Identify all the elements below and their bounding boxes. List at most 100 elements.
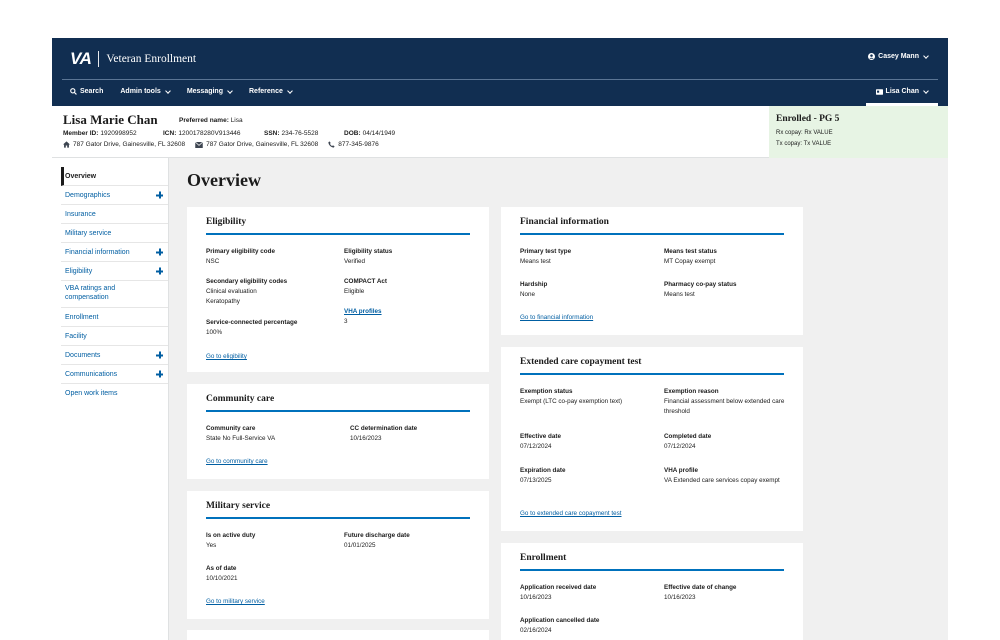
nav-admin-tools[interactable]: Admin tools [120,87,171,95]
card-title-rule [520,373,784,375]
sidebar-item-financial-information[interactable]: Financial information [61,243,168,262]
card-title-rule [206,233,470,235]
field-value: Verified [344,257,366,265]
field-label: Pharmacy co-pay status [664,281,737,288]
sidebar-item-label: Military service [65,229,112,237]
sidebar-item-label: Eligibility [65,267,93,275]
hardship: Hardship None [520,280,650,300]
field-label: Means test status [664,248,717,255]
go-to-eligibility-link[interactable]: Go to eligibility [206,353,247,360]
military-service-card: Military service Is on active duty Yes Fu… [187,491,489,619]
sidebar-item-facility[interactable]: Facility [61,327,168,346]
plus-icon[interactable] [156,248,163,256]
field-value: 02/16/2024 [520,626,552,634]
field-value: Means test [520,257,551,265]
field-label: VHA profile [664,467,699,474]
go-to-extended-care-link[interactable]: Go to extended care copayment test [520,510,622,517]
field-value: Financial assessment below extended care… [664,397,785,415]
field-value: 10/16/2023 [520,593,552,601]
sidebar-item-insurance[interactable]: Insurance [61,205,168,224]
field-label: Exemption status [520,388,573,395]
means-test-status: Means test status MT Copay exempt [664,247,794,267]
eligibility-status: Eligibility status Verified [344,247,474,267]
card-title: Financial information [520,217,609,227]
phone: 877-345-9876 [328,141,379,148]
application-cancelled-date: Application cancelled date 02/16/2024 [520,616,650,636]
plus-icon[interactable] [156,191,163,199]
dob: DOB: 04/14/1949 [344,130,395,137]
sidebar-item-communications[interactable]: Communications [61,365,168,384]
field-label: As of date [206,565,237,572]
chevron-down-icon [287,87,293,94]
sidebar-item-label: Enrollment [65,313,99,321]
field-label: Completed date [664,433,712,440]
chevron-down-icon [923,87,929,94]
field-label: Community care [206,425,256,432]
plus-icon[interactable] [156,370,163,378]
card-title: Extended care copayment test [520,357,642,367]
enrollment-status: Enrolled - PG 5 [776,114,840,124]
sidebar-item-label: VBA ratings and compensation [65,285,116,301]
go-to-community-care-link[interactable]: Go to community care [206,458,268,465]
side-nav: Overview Demographics Insurance Military… [52,158,169,640]
sidebar-item-label: Open work items [65,390,118,397]
field-label: Expiration date [520,467,566,474]
app-title: Veteran Enrollment [106,53,197,65]
next-card [187,630,489,640]
field-label: Eligibility status [344,248,393,255]
sidebar-item-demographics[interactable]: Demographics [61,186,168,205]
icn: ICN: 1200178280V913446 [163,130,264,137]
financial-information-card: Financial information Primary test type M… [501,207,803,335]
chevron-down-icon [923,52,929,59]
id-card-icon [875,88,883,95]
field-label: Application cancelled date [520,617,600,624]
as-of-date: As of date 10/10/2021 [206,564,336,584]
exemption-status: Exemption status Exempt (LTC co-pay exemp… [520,387,650,407]
go-to-financial-information-link[interactable]: Go to financial information [520,314,593,321]
preferred-name-label: Preferred name: [179,117,229,124]
active-duty-field: Is on active duty Yes [206,531,336,551]
sidebar-item-military-service[interactable]: Military service [61,224,168,243]
card-title-rule [520,569,784,571]
secondary-eligibility-codes: Secondary eligibility codes Clinical eval… [206,277,336,306]
plus-icon[interactable] [156,267,163,275]
ssn-label: SSN: [264,130,280,137]
sidebar-item-eligibility[interactable]: Eligibility [61,262,168,281]
icn-value: 1200178280V913446 [178,130,241,137]
main-nav: Search Admin tools Messaging Reference [70,87,293,95]
sidebar-item-open-work-items[interactable]: Open work items [61,384,168,403]
person-name: Lisa Marie Chan [63,112,158,127]
member-id-label: Member ID: [63,130,99,137]
ssn: SSN: 234-76-5528 [264,130,344,137]
member-id: Member ID: 1920998952 [63,130,163,137]
field-label: Effective date [520,433,561,440]
person-tab[interactable]: Lisa Chan [875,87,929,95]
home-icon [63,141,70,148]
nav-label: Reference [249,88,283,95]
sidebar-item-vba-ratings[interactable]: VBA ratings and compensation [61,281,168,308]
card-title: Eligibility [206,217,247,227]
user-icon [868,53,876,60]
field-label: COMPACT Act [344,278,388,285]
field-value: Means test [664,290,695,298]
mail-address-value: 787 Gator Drive, Gainesville, FL 32608 [206,141,319,148]
mail-address: 787 Gator Drive, Gainesville, FL 32608 [195,141,318,148]
nav-messaging[interactable]: Messaging [187,87,233,95]
nav-reference[interactable]: Reference [249,87,293,95]
application-received-date: Application received date 10/16/2023 [520,583,650,603]
go-to-military-service-link[interactable]: Go to military service [206,598,265,605]
sidebar-item-overview[interactable]: Overview [61,167,168,186]
field-label: Service-connected percentage [206,319,298,326]
sidebar-item-label: Communications [65,370,118,378]
field-value: 07/12/2024 [664,442,696,450]
sidebar-item-documents[interactable]: Documents [61,346,168,365]
field-value: 01/01/2025 [344,541,376,549]
nav-search[interactable]: Search [70,88,103,95]
field-label: Exemption reason [664,388,719,395]
sidebar-item-enrollment[interactable]: Enrollment [61,308,168,327]
vha-profiles-link[interactable]: VHA profiles [344,307,474,317]
brand[interactable]: VA Veteran Enrollment [70,49,197,68]
plus-icon[interactable] [156,351,163,359]
phone-value: 877-345-9876 [338,141,379,148]
user-menu[interactable]: Casey Mann [868,52,929,60]
